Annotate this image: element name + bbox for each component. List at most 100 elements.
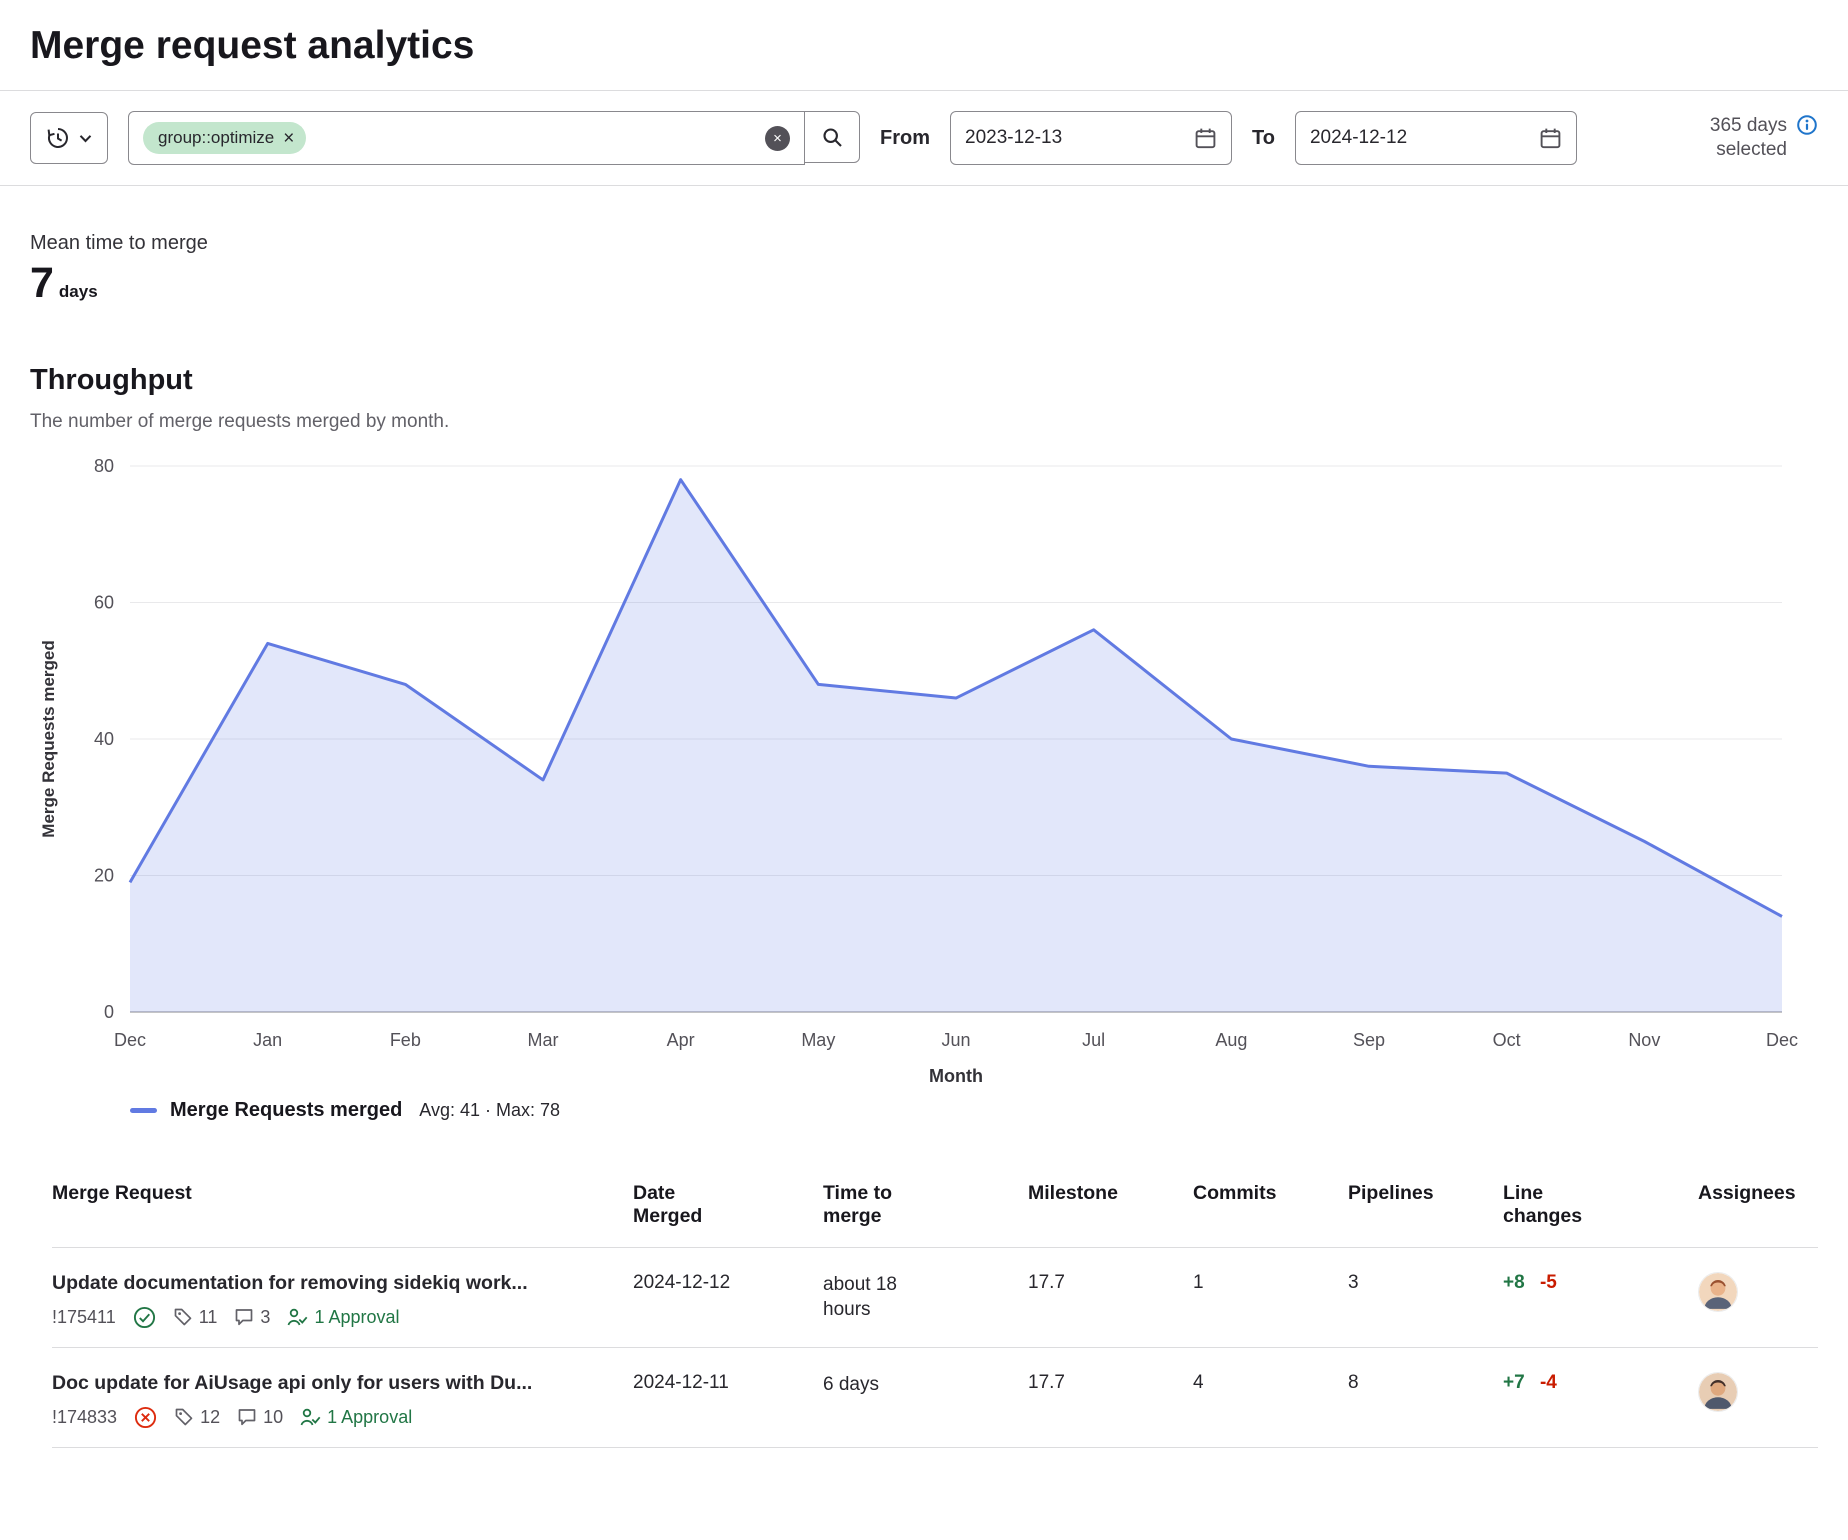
table-row: Update documentation for removing sideki… [52,1248,1818,1348]
filter-token[interactable]: group::optimize × [143,122,306,154]
labels-count: 11 [173,1307,218,1328]
milestone-cell: 17.7 [1028,1272,1193,1294]
approval-icon [287,1308,308,1327]
calendar-icon [1194,127,1217,150]
column-header-assignees: Assignees [1698,1182,1818,1205]
to-date-value: 2024-12-12 [1310,127,1407,149]
comments-count: 10 [237,1407,283,1428]
deletions: -5 [1540,1272,1557,1293]
column-header-date-merged: Date Merged [633,1182,823,1229]
avatar[interactable] [1698,1372,1738,1412]
pipelines-cell: 3 [1348,1272,1503,1294]
search-icon [821,126,844,149]
merge-request-id: !175411 [52,1307,116,1328]
svg-text:Merge Requests merged: Merge Requests merged [39,640,58,837]
svg-text:Oct: Oct [1493,1030,1521,1050]
calendar-icon [1539,127,1562,150]
legend-swatch [130,1108,157,1113]
assignees-cell [1698,1272,1818,1312]
clear-search-button[interactable]: × [765,126,790,151]
column-header-commits: Commits [1193,1182,1348,1205]
page-title: Merge request analytics [30,24,1818,68]
merge-request-title-link[interactable]: Doc update for AiUsage api only for user… [52,1372,633,1395]
date-merged-cell: 2024-12-11 [633,1372,823,1394]
svg-text:20: 20 [94,866,114,886]
svg-text:Jan: Jan [253,1030,282,1050]
table-header-row: Merge Request Date Merged Time to merge … [52,1174,1818,1248]
svg-text:Dec: Dec [114,1030,146,1050]
to-date-input[interactable]: 2024-12-12 [1295,111,1577,165]
svg-text:Sep: Sep [1353,1030,1385,1050]
column-header-time-to-merge: Time to merge [823,1182,1028,1229]
svg-text:Nov: Nov [1628,1030,1660,1050]
search-button[interactable] [804,111,860,163]
x-circle-icon [134,1406,157,1429]
mean-time-unit: days [59,282,98,301]
chart-legend[interactable]: Merge Requests merged Avg: 41 · Max: 78 [130,1099,1818,1122]
deletions: -4 [1540,1372,1557,1393]
label-icon [173,1307,193,1327]
svg-text:Apr: Apr [667,1030,695,1050]
days-selected-text: 365 days selected [1691,114,1787,162]
throughput-description: The number of merge requests merged by m… [30,411,1818,433]
approval-icon [300,1408,321,1427]
merge-requests-table: Merge Request Date Merged Time to merge … [52,1174,1818,1448]
svg-text:80: 80 [94,456,114,476]
comments-count: 3 [234,1307,270,1328]
column-header-milestone: Milestone [1028,1182,1193,1205]
throughput-title: Throughput [30,364,1818,397]
label-icon [174,1407,194,1427]
merge-request-title-link[interactable]: Update documentation for removing sideki… [52,1272,633,1295]
legend-stats: Avg: 41 · Max: 78 [419,1100,560,1121]
svg-text:Dec: Dec [1766,1030,1798,1050]
svg-text:Jul: Jul [1082,1030,1105,1050]
svg-text:Month: Month [929,1066,983,1086]
svg-text:60: 60 [94,593,114,613]
info-icon[interactable] [1796,114,1818,136]
filtered-search: group::optimize × × [128,111,860,165]
merge-request-id: !174833 [52,1407,117,1428]
comments-icon [237,1407,257,1427]
commits-cell: 1 [1193,1272,1348,1294]
milestone-cell: 17.7 [1028,1372,1193,1394]
pipelines-cell: 8 [1348,1372,1503,1394]
table-row: Doc update for AiUsage api only for user… [52,1348,1818,1448]
from-label: From [880,127,930,150]
from-date-input[interactable]: 2023-12-13 [950,111,1232,165]
mean-time-to-merge: Mean time to merge 7 days [30,232,1818,308]
column-header-pipelines: Pipelines [1348,1182,1503,1205]
additions: +8 [1503,1272,1525,1293]
line-changes-cell: +7 -4 [1503,1372,1698,1394]
svg-text:40: 40 [94,729,114,749]
mean-time-label: Mean time to merge [30,232,1818,255]
date-merged-cell: 2024-12-12 [633,1272,823,1294]
labels-count: 12 [174,1407,220,1428]
svg-text:May: May [801,1030,835,1050]
filter-bar: group::optimize × × From 2023-12-13 To 2… [0,90,1848,186]
from-date-value: 2023-12-13 [965,127,1062,149]
search-history-dropdown-button[interactable] [30,112,108,164]
line-changes-cell: +8 -5 [1503,1272,1698,1294]
chevron-down-icon [79,134,92,143]
svg-text:Mar: Mar [528,1030,559,1050]
history-icon [46,126,70,150]
time-to-merge-cell: about 18 hours [823,1272,1028,1323]
check-circle-icon [133,1306,156,1329]
mean-time-value: 7 [30,259,54,307]
legend-label: Merge Requests merged [170,1099,402,1122]
approvals: 1 Approval [300,1407,412,1428]
svg-text:0: 0 [104,1002,114,1022]
svg-text:Aug: Aug [1215,1030,1247,1050]
comments-icon [234,1307,254,1327]
avatar[interactable] [1698,1272,1738,1312]
filtered-search-input[interactable]: group::optimize × × [128,111,805,165]
column-header-line-changes: Line changes [1503,1182,1698,1229]
additions: +7 [1503,1372,1525,1393]
svg-text:Jun: Jun [941,1030,970,1050]
assignees-cell [1698,1372,1818,1412]
token-remove-icon[interactable]: × [283,129,294,148]
time-to-merge-cell: 6 days [823,1372,1028,1398]
approvals: 1 Approval [287,1307,399,1328]
svg-text:Feb: Feb [390,1030,421,1050]
days-selected: 365 days selected [1691,114,1818,162]
